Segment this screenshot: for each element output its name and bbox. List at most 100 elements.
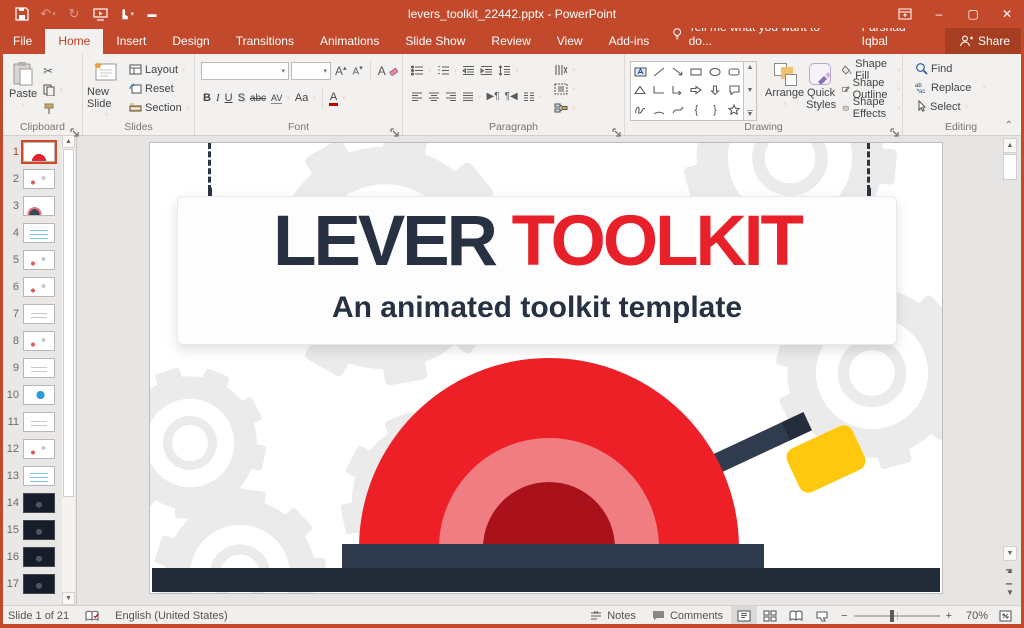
- slide-thumbnail-row[interactable]: 15: [3, 519, 61, 540]
- spellcheck-icon[interactable]: [77, 606, 107, 625]
- shape-effects-button[interactable]: Shape Effects▾: [840, 98, 902, 117]
- paragraph-dialog-launcher-icon[interactable]: [612, 124, 621, 133]
- slide-thumbnail-row[interactable]: 10: [3, 384, 61, 405]
- slide-thumbnail-row[interactable]: 12: [3, 438, 61, 459]
- tab-review[interactable]: Review: [478, 29, 543, 54]
- font-size-combo[interactable]: ▾: [291, 62, 331, 80]
- tab-home[interactable]: Home: [45, 29, 103, 54]
- shape-elbow-connector[interactable]: [650, 81, 669, 99]
- slide-thumbnail[interactable]: [23, 547, 55, 567]
- section-button[interactable]: Section▾: [127, 98, 191, 117]
- save-icon[interactable]: [14, 6, 30, 22]
- slide-thumbnail[interactable]: [23, 493, 55, 513]
- share-button[interactable]: Share: [945, 28, 1024, 54]
- slide-thumbnail[interactable]: [23, 250, 55, 270]
- justify-button[interactable]: ▾: [460, 87, 484, 106]
- shape-triangle[interactable]: [631, 81, 650, 99]
- slide-thumbnail[interactable]: [23, 358, 55, 378]
- tab-addins[interactable]: Add-ins: [596, 29, 663, 54]
- shape-arc[interactable]: [650, 100, 669, 120]
- decrease-indent-button[interactable]: [460, 61, 477, 80]
- view-reading-button[interactable]: [783, 606, 809, 625]
- tab-insert[interactable]: Insert: [103, 29, 159, 54]
- shape-down-arrow[interactable]: [706, 81, 725, 99]
- format-painter-button[interactable]: [41, 99, 65, 118]
- numbering-button[interactable]: ▾: [435, 61, 460, 80]
- notes-button[interactable]: Notes: [582, 606, 644, 625]
- line-spacing-button[interactable]: ▾: [496, 61, 521, 80]
- copy-button[interactable]: ▾: [41, 80, 65, 99]
- tab-file[interactable]: File: [0, 29, 45, 54]
- tab-animations[interactable]: Animations: [307, 29, 392, 54]
- shape-line[interactable]: [650, 62, 669, 81]
- gallery-more-icon[interactable]: ▼: [747, 110, 754, 118]
- ltr-text-button[interactable]: ▶¶: [485, 87, 502, 106]
- canvas-scrollbar[interactable]: ▲ ▼ ▲▔ ▔▼: [1003, 138, 1017, 602]
- grow-font-button[interactable]: A▴: [333, 62, 349, 81]
- zoom-level[interactable]: 70%: [958, 610, 992, 622]
- rtl-text-button[interactable]: ¶◀: [503, 87, 520, 106]
- view-slide-sorter-button[interactable]: [757, 606, 783, 625]
- shape-rectangle[interactable]: [687, 62, 706, 81]
- shape-scribble[interactable]: [631, 100, 650, 120]
- start-slideshow-icon[interactable]: [92, 6, 108, 22]
- shape-elbow-arrow-connector[interactable]: [668, 81, 687, 99]
- shape-callout[interactable]: [724, 81, 743, 99]
- language-indicator[interactable]: English (United States): [107, 606, 236, 625]
- shape-oval[interactable]: [706, 62, 725, 81]
- view-slideshow-button[interactable]: [809, 606, 835, 625]
- thumbnail-scrollbar[interactable]: ▲ ▼: [62, 135, 75, 605]
- slide-thumbnail[interactable]: [23, 331, 55, 351]
- shape-right-arrow[interactable]: [687, 81, 706, 99]
- slide-thumbnail[interactable]: [23, 412, 55, 432]
- tab-transitions[interactable]: Transitions: [223, 29, 307, 54]
- slide-editing-area[interactable]: LEVER TOOLKIT An animated toolkit templa…: [149, 142, 943, 594]
- slide-thumbnail-row[interactable]: 8: [3, 330, 61, 351]
- slide-thumbnail[interactable]: [23, 385, 55, 405]
- slide-thumbnail[interactable]: [23, 304, 55, 324]
- slide-thumbnail[interactable]: [23, 223, 55, 243]
- italic-button[interactable]: I: [214, 89, 222, 108]
- close-button[interactable]: ✕: [990, 0, 1024, 28]
- font-color-button[interactable]: A▾: [327, 89, 348, 108]
- strikethrough-button[interactable]: abc: [248, 89, 268, 108]
- shape-right-brace[interactable]: }: [706, 100, 725, 120]
- shape-star[interactable]: [724, 100, 743, 120]
- canvas-scrollbar-thumb[interactable]: [1003, 154, 1017, 180]
- shape-left-brace[interactable]: {: [687, 100, 706, 120]
- slide-thumbnail-row[interactable]: 16: [3, 546, 61, 567]
- zoom-in-button[interactable]: +: [946, 610, 952, 622]
- slide-thumbnail[interactable]: [23, 520, 55, 540]
- slide-thumbnail[interactable]: [23, 574, 55, 594]
- minimize-button[interactable]: –: [922, 0, 956, 28]
- shape-curve[interactable]: [668, 100, 687, 120]
- clear-formatting-button[interactable]: A: [376, 62, 400, 81]
- character-spacing-button[interactable]: AV▾: [269, 89, 292, 108]
- select-button[interactable]: Select▾: [913, 97, 1019, 116]
- align-center-button[interactable]: [426, 87, 442, 106]
- change-case-button[interactable]: Aa▾: [293, 89, 318, 108]
- align-left-button[interactable]: [409, 87, 425, 106]
- gallery-scroll-down-icon[interactable]: ▼: [747, 87, 754, 94]
- slide-thumbnail[interactable]: [23, 277, 55, 297]
- slide-thumbnail-row[interactable]: 7: [3, 303, 61, 324]
- bullets-button[interactable]: ▾: [409, 61, 434, 80]
- font-name-combo[interactable]: ▾: [201, 62, 289, 80]
- cut-button[interactable]: ✂: [41, 61, 65, 80]
- comments-button[interactable]: Comments: [644, 606, 731, 625]
- slide-thumbnail[interactable]: [23, 439, 55, 459]
- gallery-scroll-up-icon[interactable]: ▲: [747, 64, 754, 71]
- columns-button[interactable]: ▾: [521, 87, 545, 106]
- convert-smartart-button[interactable]: ▾: [552, 98, 578, 117]
- slide-thumbnail-row[interactable]: 11: [3, 411, 61, 432]
- maximize-button[interactable]: ▢: [956, 0, 990, 28]
- text-shadow-button[interactable]: S: [236, 89, 247, 108]
- thumb-scroll-down-icon[interactable]: ▼: [62, 592, 75, 605]
- align-right-button[interactable]: [443, 87, 459, 106]
- slide-thumbnail-row[interactable]: 13: [3, 465, 61, 486]
- slide-thumbnail[interactable]: [23, 466, 55, 486]
- slide-thumbnail-row[interactable]: 4: [3, 222, 61, 243]
- zoom-slider-thumb[interactable]: [890, 610, 894, 622]
- redo-icon[interactable]: ↻: [66, 6, 82, 22]
- slide-thumbnail-row[interactable]: 1: [3, 141, 61, 162]
